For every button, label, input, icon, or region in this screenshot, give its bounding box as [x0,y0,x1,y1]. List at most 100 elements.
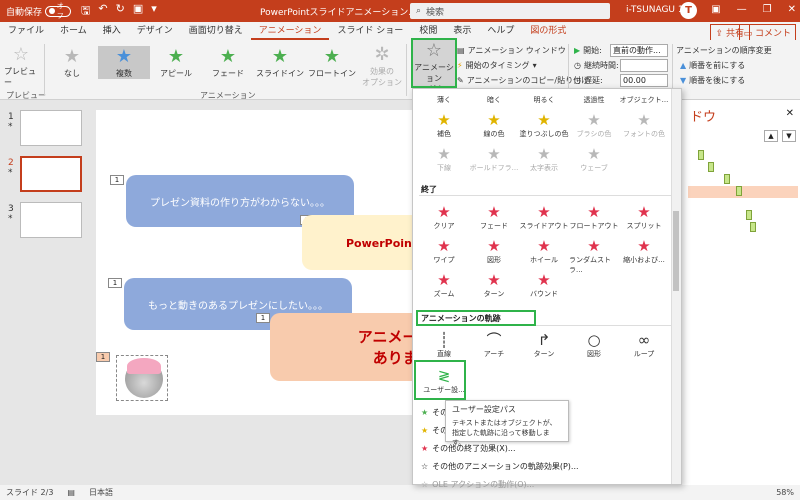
more-motion-paths[interactable]: ☆ その他のアニメーションの軌跡効果(P)... [421,461,579,472]
hair-shape [127,358,161,374]
row1-option[interactable]: 暗く [469,95,519,105]
row1-option[interactable]: 明るく [519,95,569,105]
slide-thumbnail-3[interactable] [20,202,82,238]
gallery-appear[interactable]: ★ アピール [150,46,202,79]
pane-title: ドウ [690,110,717,125]
autosave-state: オフ [56,2,64,20]
dropdown-scrollbar[interactable] [671,89,681,484]
row1-option[interactable]: 透過性 [569,95,619,105]
animation-tag[interactable]: 1 [110,175,124,185]
move-later-button[interactable]: ▼ 順番を後にする [680,75,745,86]
exit2-option[interactable]: ★ ランダムストラ... [569,237,619,275]
close-icon[interactable]: ✕ [788,4,796,15]
motion-path-option[interactable]: ┊ 直線 [419,331,469,359]
start-select[interactable]: 直前の動作... [610,44,668,57]
tab-item[interactable]: スライド ショー [329,22,411,40]
animation-tag[interactable]: 1 [96,352,110,362]
duration-input[interactable] [620,59,668,72]
character-image[interactable] [116,355,168,401]
row2-option[interactable]: ★ 塗りつぶしの色 [519,111,569,139]
pane-up-button[interactable]: ▲ [764,130,778,142]
row3-option[interactable]: ★ ボールドフラ... [469,145,519,173]
tab-item[interactable]: ファイル [0,22,52,40]
tab-item[interactable]: 画面切り替え [181,22,251,40]
restore-icon[interactable]: ❐ [763,4,772,15]
exit1-option[interactable]: ★ スプリット [619,203,669,231]
row2-option[interactable]: ★ フォントの色 [619,111,669,139]
slide-thumbnail-1[interactable] [20,110,82,146]
delay-input[interactable]: 00.00 [620,74,668,87]
timeline-row[interactable] [688,222,798,234]
exit2-option[interactable]: ★ 図形 [469,237,519,265]
motion-path-option[interactable]: ∞ ループ [619,331,669,359]
exit1-option[interactable]: ★ クリア [419,203,469,231]
spellcheck-icon[interactable]: ▤ [67,488,75,497]
motion-path-option[interactable]: ↱ ターン [519,331,569,359]
autosave[interactable]: 自動保存 オフ [6,2,72,20]
close-icon[interactable]: ✕ [786,108,794,119]
exit1-option[interactable]: ★ フェード [469,203,519,231]
undo-icon[interactable]: ↶ [98,2,107,21]
customize-icon[interactable]: ▾ [151,2,157,21]
tab-item[interactable]: 図の形式 [522,22,574,40]
exit2-option[interactable]: ★ ワイプ [419,237,469,265]
redo-icon[interactable]: ↻ [116,2,125,21]
ribbon-display-icon[interactable]: ▣ [711,4,720,15]
tab-item[interactable]: ホーム [52,22,95,40]
row3-option[interactable]: ★ ウェーブ [569,145,619,173]
tab-item[interactable]: デザイン [129,22,181,40]
zoom-level[interactable]: 58% [776,488,794,497]
timeline-row[interactable] [688,210,798,222]
minimize-icon[interactable]: — [737,4,747,15]
save-icon[interactable]: 🖫 [81,2,90,21]
gallery-fly-in[interactable]: ★ スライドイン [254,46,306,79]
row2-option[interactable]: ★ ブラシの色 [569,111,619,139]
animation-painter-button[interactable]: ✎ アニメーションのコピー/貼り付け [457,75,589,86]
exit2-option[interactable]: ★ 縮小および... [619,237,669,265]
timeline-row[interactable] [688,150,798,162]
tab-item[interactable]: アニメーション [250,22,330,40]
exit3-option[interactable]: ★ ズーム [419,271,469,299]
tab-item[interactable]: 挿入 [95,22,129,40]
row2-option[interactable]: ★ 線の色 [469,111,519,139]
star-float-icon: ★ [323,46,341,67]
slide-thumbnail-2[interactable] [20,156,82,192]
move-earlier-button[interactable]: ▲ 順番を前にする [680,60,745,71]
row1-option[interactable]: 薄く [419,95,469,105]
exit3-option[interactable]: ★ ターン [469,271,519,299]
preview-button[interactable]: ☆ プレビュー [4,44,38,88]
search-placeholder: 検索 [426,7,445,18]
autosave-toggle[interactable]: オフ [45,2,72,20]
row3-option[interactable]: ★ 下線 [419,145,469,173]
timeline-row[interactable] [688,162,798,174]
timeline-row[interactable] [688,174,798,186]
exit1-option[interactable]: ★ スライドアウト [519,203,569,231]
motion-path-option[interactable]: ⌒ アーチ [469,331,519,359]
language: 日本語 [88,488,113,497]
row3-option[interactable]: ★ 太字表示 [519,145,569,173]
search-box[interactable]: ⌕ 検索 [410,3,610,19]
row1-option[interactable]: オブジェクト... [619,95,669,105]
animation-tag[interactable]: 1 [108,278,122,288]
trigger-button[interactable]: ⚡ 開始のタイミング ▾ [457,60,537,71]
pane-down-button[interactable]: ▼ [782,130,796,142]
presentation-icon[interactable]: ▣ [133,2,143,21]
motion-path-option[interactable]: ○ 図形 [569,331,619,359]
gallery-float-in[interactable]: ★ フロートイン [306,46,358,79]
tab-item[interactable]: ヘルプ [479,22,522,40]
comment-button[interactable]: ▭ コメント [738,24,796,41]
gallery-multiple[interactable]: ★ 複数 [98,46,150,79]
option-label: クリア [433,222,455,230]
exit2-option[interactable]: ★ ホイール [519,237,569,265]
exit3-option[interactable]: ★ バウンド [519,271,569,299]
animation-tag[interactable]: 1 [256,313,270,323]
avatar[interactable]: T [680,2,697,19]
option-label: アーチ [483,350,505,358]
animation-pane-button[interactable]: ▤ アニメーション ウィンドウ [457,45,566,56]
exit1-option[interactable]: ★ フロートアウト [569,203,619,231]
effect-options-button[interactable]: ✲ 効果の オプション [362,44,402,88]
gallery-none[interactable]: ★ なし [46,46,98,79]
timeline-row-selected[interactable] [688,186,798,198]
gallery-fade[interactable]: ★ フェード [202,46,254,79]
row2-option[interactable]: ★ 補色 [419,111,469,139]
